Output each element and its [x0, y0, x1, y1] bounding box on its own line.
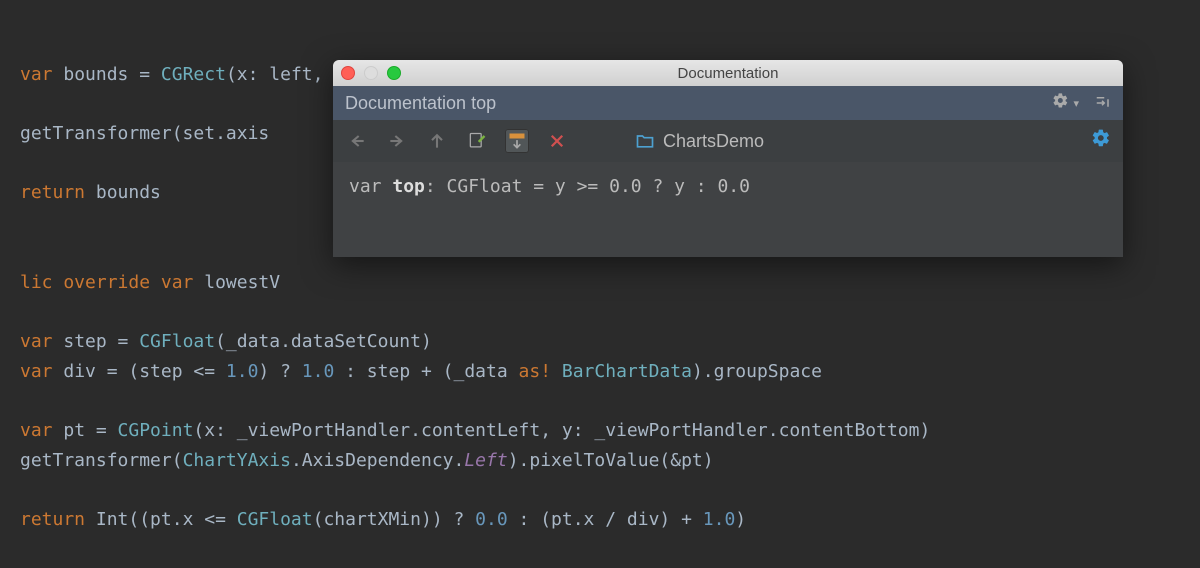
zoom-window-button[interactable]	[387, 66, 401, 80]
breadcrumb[interactable]: ChartsDemo	[635, 131, 764, 152]
documentation-popup: Documentation Documentation top ▾	[333, 60, 1123, 257]
code-line: var div = (step <= 1.0) ? 1.0 : step + (…	[20, 361, 822, 382]
window-title: Documentation	[333, 65, 1123, 82]
documentation-toolbar: ChartsDemo	[333, 120, 1123, 162]
code-line: var pt = CGPoint(x: _viewPortHandler.con…	[20, 420, 930, 441]
documentation-header-title: Documentation top	[345, 93, 496, 114]
code-line: getTransformer(ChartYAxis.AxisDependency…	[20, 450, 714, 471]
back-arrow-icon[interactable]	[345, 129, 369, 153]
auto-scroll-icon[interactable]	[505, 129, 529, 153]
code-line: lic override var lowestV	[20, 272, 280, 293]
close-icon[interactable]	[545, 129, 569, 153]
window-titlebar[interactable]: Documentation	[333, 60, 1123, 86]
traffic-lights	[341, 66, 401, 80]
dock-icon[interactable]	[1093, 94, 1111, 112]
close-window-button[interactable]	[341, 66, 355, 80]
up-arrow-icon[interactable]	[425, 129, 449, 153]
folder-icon	[635, 131, 655, 151]
code-line: return bounds	[20, 182, 161, 203]
breadcrumb-label: ChartsDemo	[663, 131, 764, 152]
documentation-header: Documentation top ▾	[333, 86, 1123, 120]
documentation-content: var top: CGFloat = y >= 0.0 ? y : 0.0	[333, 162, 1123, 257]
edit-source-icon[interactable]	[465, 129, 489, 153]
minimize-window-button[interactable]	[364, 66, 378, 80]
code-line: var step = CGFloat(_data.dataSetCount)	[20, 331, 432, 352]
chevron-down-icon[interactable]: ▾	[1073, 97, 1079, 110]
gear-icon[interactable]	[1052, 92, 1069, 114]
forward-arrow-icon[interactable]	[385, 129, 409, 153]
settings-gear-icon[interactable]	[1091, 128, 1111, 154]
code-line: return Int((pt.x <= CGFloat(chartXMin)) …	[20, 509, 746, 530]
code-line: getTransformer(set.axis	[20, 123, 269, 144]
